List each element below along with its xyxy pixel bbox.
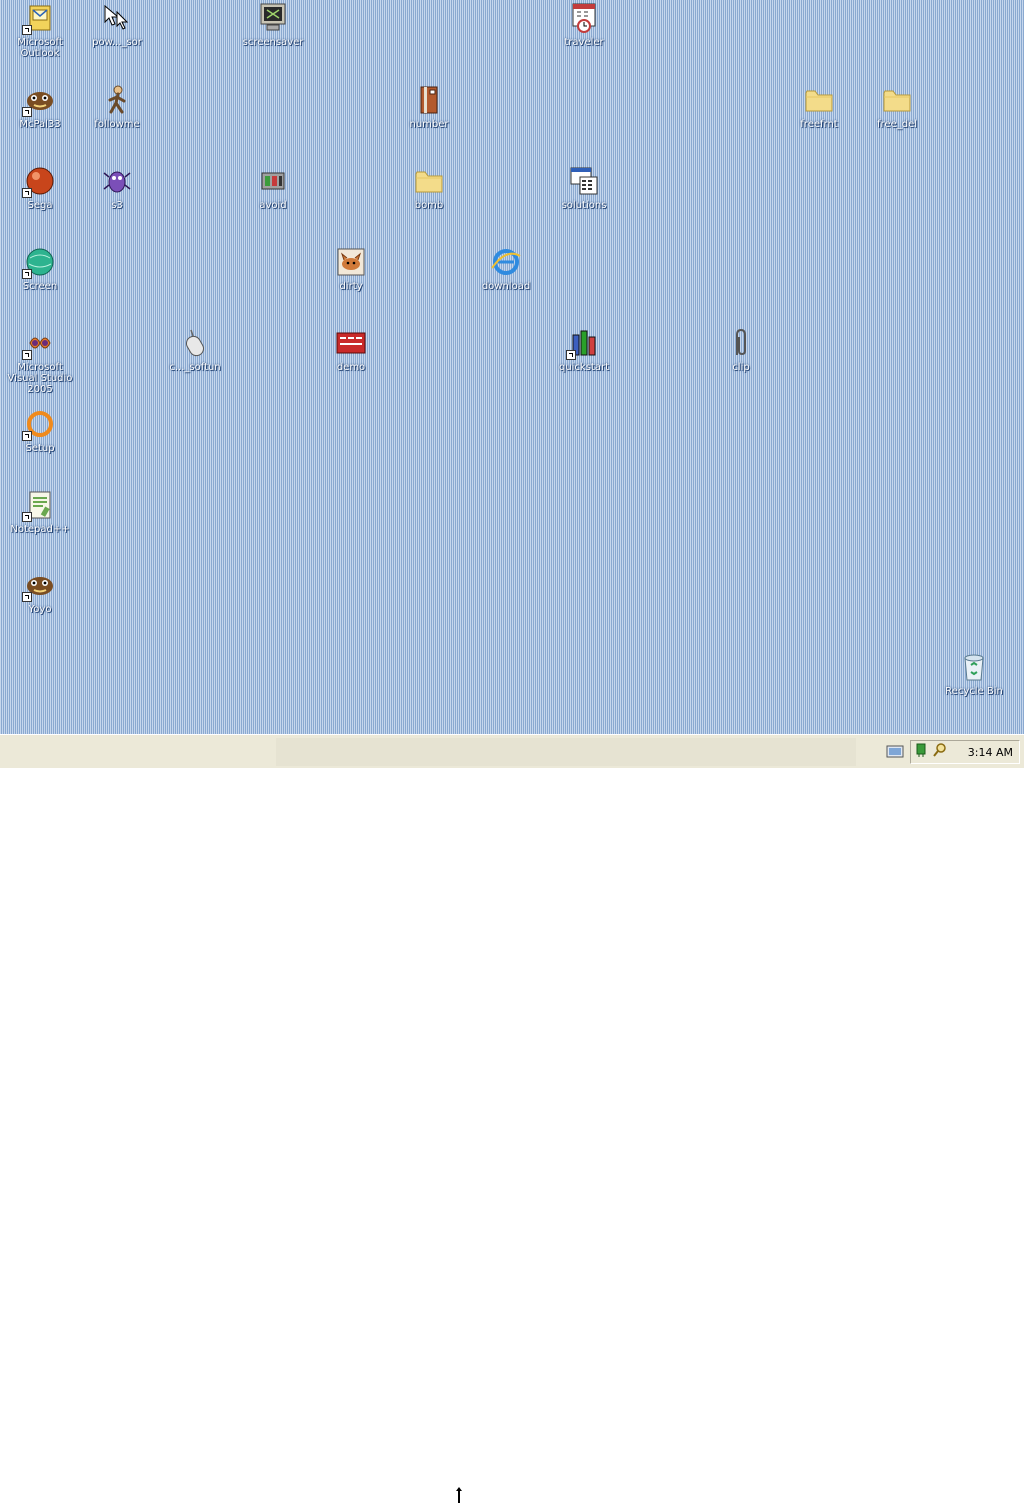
icon-label: pow..._sor <box>92 37 142 48</box>
internet-explorer-icon <box>490 246 522 278</box>
mouse-pointer-icon <box>455 1487 463 1503</box>
icon-label: number <box>409 119 449 130</box>
desktop-icon-download[interactable]: download <box>469 244 543 320</box>
icon-label: quickstart <box>558 362 610 373</box>
mcpal-icon <box>22 84 56 117</box>
icon-label: Sega <box>27 200 53 211</box>
calendar-clock-icon <box>568 2 600 34</box>
ball-icon <box>22 165 56 198</box>
shortcut-arrow-icon <box>22 107 32 117</box>
tools-icon <box>566 327 600 360</box>
cursor-icon <box>101 2 133 34</box>
desktop-icon-recycle-bin[interactable]: Recycle Bin <box>937 649 1011 725</box>
yoyo-icon <box>22 569 56 602</box>
tool-icon <box>257 165 289 197</box>
taskbar-button-area[interactable] <box>276 738 856 766</box>
desktop-icon-mcpal[interactable]: McPal33 <box>3 82 77 158</box>
mouse-icon <box>179 327 211 359</box>
icon-label: Setup <box>25 443 55 454</box>
shortcut-arrow-icon <box>22 25 32 35</box>
cat-icon <box>335 246 367 278</box>
clock[interactable]: 3:14 AM <box>968 746 1013 759</box>
icon-label: s3 <box>111 200 123 211</box>
desktop-icon-number[interactable]: number <box>392 82 466 158</box>
icon-label: dirty <box>339 281 363 292</box>
icon-label: clip <box>732 362 750 373</box>
icon-label: Microsoft Visual Studio 2005 <box>7 362 73 395</box>
icon-label: Yoyo <box>28 604 52 615</box>
desktop-icon-visual-studio[interactable]: Microsoft Visual Studio 2005 <box>3 325 77 401</box>
desktop-icon-demo[interactable]: demo <box>314 325 388 401</box>
icon-label: freefrnt <box>800 119 838 130</box>
desktop-icon-bomb[interactable]: bomb <box>392 163 466 239</box>
desktop-icon-s3[interactable]: s3 <box>80 163 154 239</box>
desktop-icon-screensaver[interactable]: screensaver <box>236 0 310 76</box>
desktop-icon-notepadpp[interactable]: Notepad++ <box>3 487 77 563</box>
shortcut-arrow-icon <box>22 269 32 279</box>
globe-icon <box>22 246 56 279</box>
icon-label: McPal33 <box>19 119 61 130</box>
desktop-icon-screen[interactable]: Screen <box>3 244 77 320</box>
icon-label: demo <box>336 362 366 373</box>
network-icon[interactable] <box>915 742 929 762</box>
icon-label: screensaver <box>242 37 304 48</box>
bug-icon <box>101 165 133 197</box>
shortcut-arrow-icon <box>22 431 32 441</box>
icon-label: traveler <box>564 37 604 48</box>
icon-label: Recycle Bin <box>945 686 1003 697</box>
desktop-icon-traveler[interactable]: traveler <box>547 0 621 76</box>
monitor-icon <box>257 2 289 34</box>
desktop-icon-solutions[interactable]: solutions <box>547 163 621 239</box>
taskbar: 3:14 AM <box>0 734 1024 1503</box>
icon-label: c..._softun <box>169 362 221 373</box>
icon-label: solutions <box>561 200 607 211</box>
shortcut-arrow-icon <box>22 592 32 602</box>
ring-icon <box>22 408 56 441</box>
shortcut-arrow-icon <box>566 350 576 360</box>
walker-icon <box>101 84 133 116</box>
book-icon <box>413 84 445 116</box>
desktop-icon-quickstart[interactable]: quickstart <box>547 325 621 401</box>
folder-icon <box>803 84 835 116</box>
icon-label: Notepad++ <box>10 524 70 535</box>
system-tray: 3:14 AM <box>910 740 1020 764</box>
folder-icon <box>881 84 913 116</box>
desktop[interactable]: Microsoft Outlook pow..._sor screensaver… <box>0 0 1024 734</box>
icon-label: bomb <box>414 200 444 211</box>
desktop-icon[interactable] <box>886 744 904 760</box>
shortcut-arrow-icon <box>22 512 32 522</box>
desktop-icon-sega[interactable]: Sega <box>3 163 77 239</box>
desktop-icon-clip[interactable]: clip <box>704 325 778 401</box>
folder-icon <box>413 165 445 197</box>
icon-label: followme <box>94 119 140 130</box>
desktop-icon-softun[interactable]: c..._softun <box>158 325 232 401</box>
icon-label: avoid <box>259 200 287 211</box>
desktop-icon-avoid[interactable]: avoid <box>236 163 310 239</box>
notepad-icon <box>22 489 56 522</box>
icon-label: Microsoft Outlook <box>17 37 63 59</box>
shortcut-arrow-icon <box>22 350 32 360</box>
desktop-icon-powsor[interactable]: pow..._sor <box>80 0 154 76</box>
banner-icon <box>335 327 367 359</box>
desktop-icon-dirty[interactable]: dirty <box>314 244 388 320</box>
desktop-icon-setup[interactable]: Setup <box>3 406 77 482</box>
icon-label: free_del <box>877 119 917 130</box>
outlook-icon <box>22 2 56 35</box>
calc-window-icon <box>568 165 600 197</box>
desktop-icon-followme[interactable]: followme <box>80 82 154 158</box>
desktop-icon-outlook[interactable]: Microsoft Outlook <box>3 0 77 76</box>
desktop-icon-yoyo[interactable]: Yoyo <box>3 567 77 643</box>
desktop-icon-free-del[interactable]: free_del <box>860 82 934 158</box>
search-icon[interactable] <box>932 742 948 762</box>
visual-studio-icon <box>22 327 56 360</box>
icon-label: Screen <box>22 281 58 292</box>
icon-label: download <box>481 281 531 292</box>
paperclip-icon <box>725 327 757 359</box>
recycle-bin-icon <box>958 651 990 683</box>
shortcut-arrow-icon <box>22 188 32 198</box>
desktop-icon-freefrnt[interactable]: freefrnt <box>782 82 856 158</box>
